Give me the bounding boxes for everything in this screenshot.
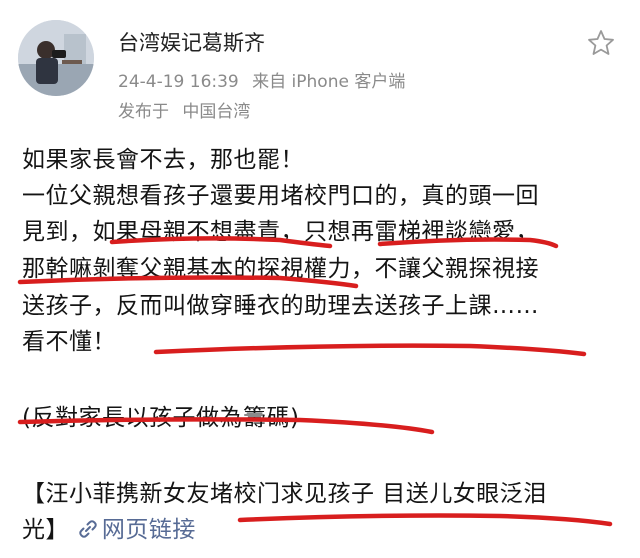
link-icon	[79, 520, 97, 538]
author-avatar[interactable]	[18, 20, 94, 96]
star-outline-icon[interactable]	[586, 28, 616, 58]
web-link[interactable]: 网页链接	[77, 517, 196, 543]
location-label: 发布于	[118, 102, 169, 122]
post-text-fragment: 光】	[22, 517, 69, 543]
post-text-line: 送孩子，反而叫做穿睡衣的助理去送孩子上課……	[22, 293, 539, 319]
post-location: 发布于 中国台湾	[118, 97, 250, 122]
post-meta: 24-4-19 16:39 来自 iPhone 客户端	[118, 67, 405, 92]
post-text-line: 看不懂！	[22, 329, 116, 355]
post-time: 24-4-19 16:39	[118, 72, 239, 92]
author-name[interactable]: 台湾娱记葛斯齐	[118, 27, 265, 57]
post-text-line: 一位父親想看孩子還要用堵校門口的，真的頭一回	[22, 183, 539, 209]
post-text-line: 【汪小菲携新女友堵校门求见孩子 目送儿女眼泛泪	[22, 481, 547, 507]
post-text-line-last: 光】 网页链接	[22, 510, 196, 544]
location-value: 中国台湾	[182, 102, 251, 122]
post-text-line: 那幹嘛剝奪父親基本的探視權力，不讓父親探視接	[22, 256, 539, 282]
post-text-line: (反對家長以孩子做為籌碼)	[22, 405, 300, 431]
web-link-label: 网页链接	[101, 517, 196, 543]
post-text-line: 如果家長會不去，那也罷！	[22, 147, 304, 173]
post-source: 来自 iPhone 客户端	[252, 72, 406, 92]
underline-stroke	[237, 513, 613, 527]
underline-stroke	[153, 343, 587, 357]
avatar-photo	[18, 20, 94, 96]
post-text-line: 見到，如果母親不想盡責，只想再雷梯裡談戀愛，	[22, 219, 539, 245]
weibo-post: 台湾娱记葛斯齐 24-4-19 16:39 来自 iPhone 客户端 发布于 …	[0, 0, 640, 558]
